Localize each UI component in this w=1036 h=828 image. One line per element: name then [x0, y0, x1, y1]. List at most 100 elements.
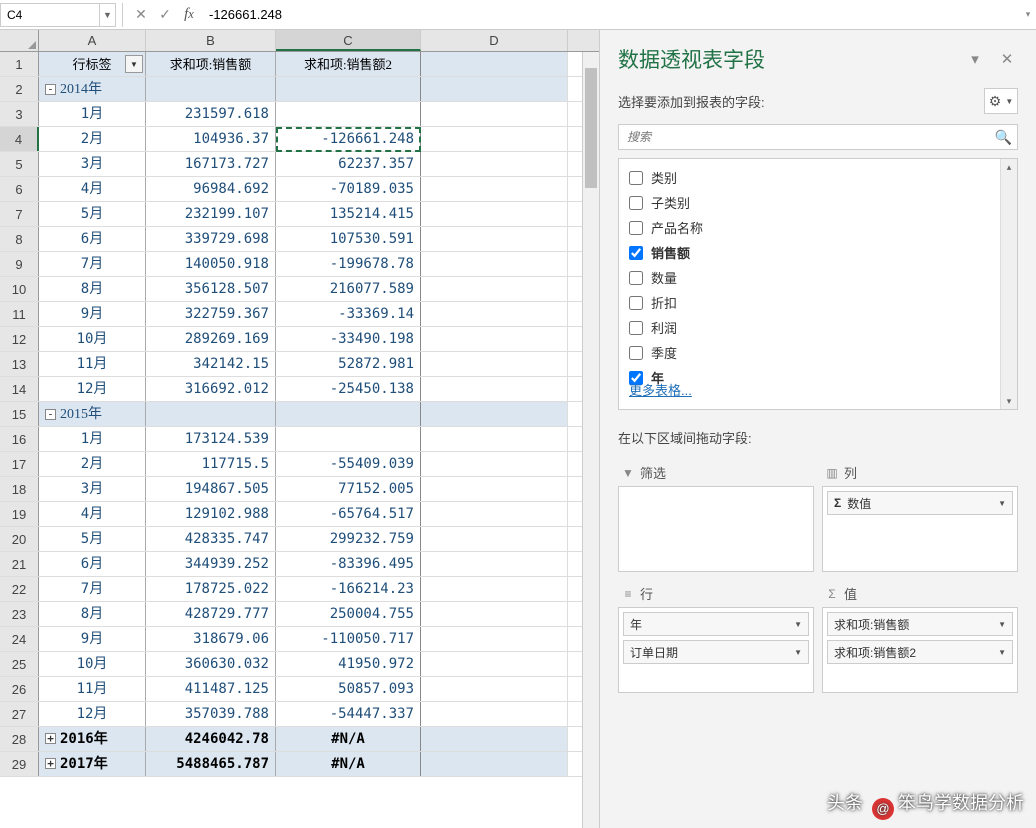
cell[interactable]: 129102.988 [146, 502, 276, 526]
cell[interactable] [421, 52, 568, 76]
pill-dropdown-icon[interactable]: ▼ [998, 499, 1006, 508]
cell[interactable]: 11月 [39, 677, 146, 701]
cell[interactable]: 9月 [39, 302, 146, 326]
cell[interactable]: 173124.539 [146, 427, 276, 451]
cell[interactable]: 4月 [39, 502, 146, 526]
cell[interactable]: 12月 [39, 377, 146, 401]
col-header-b[interactable]: B [146, 30, 276, 51]
cell[interactable] [421, 127, 568, 151]
field-checkbox[interactable] [629, 246, 643, 260]
cell[interactable] [276, 77, 421, 101]
cell[interactable]: 52872.981 [276, 352, 421, 376]
cell[interactable]: 4月 [39, 177, 146, 201]
cell[interactable]: 316692.012 [146, 377, 276, 401]
row-header[interactable]: 28 [0, 727, 39, 751]
cell[interactable]: 8月 [39, 277, 146, 301]
pill-dropdown-icon[interactable]: ▼ [794, 620, 802, 629]
cell[interactable]: -33490.198 [276, 327, 421, 351]
cell[interactable]: 6月 [39, 227, 146, 251]
cell[interactable]: -54447.337 [276, 702, 421, 726]
cell[interactable] [421, 102, 568, 126]
cell[interactable]: -83396.495 [276, 552, 421, 576]
cell[interactable]: 96984.692 [146, 177, 276, 201]
cell[interactable]: 3月 [39, 477, 146, 501]
cell[interactable] [421, 527, 568, 551]
row-header[interactable]: 1 [0, 52, 39, 76]
vertical-scrollbar[interactable] [582, 52, 599, 828]
cell[interactable]: #N/A [276, 727, 421, 751]
cell[interactable]: 299232.759 [276, 527, 421, 551]
cell[interactable]: 7月 [39, 252, 146, 276]
cell[interactable] [421, 202, 568, 226]
cell[interactable]: 5月 [39, 202, 146, 226]
field-item[interactable]: 子类别 [623, 190, 1013, 215]
cell[interactable]: 62237.357 [276, 152, 421, 176]
field-checkbox[interactable] [629, 196, 643, 210]
field-checkbox[interactable] [629, 171, 643, 185]
area-field-pill[interactable]: 订单日期▼ [623, 640, 809, 664]
cell[interactable]: 8月 [39, 602, 146, 626]
cancel-icon[interactable]: ✕ [129, 3, 153, 27]
cell[interactable]: 178725.022 [146, 577, 276, 601]
cell[interactable]: 4246042.78 [146, 727, 276, 751]
cell[interactable]: -126661.248 [276, 127, 421, 151]
cell[interactable]: 6月 [39, 552, 146, 576]
fx-icon[interactable]: fx [177, 3, 201, 27]
pill-dropdown-icon[interactable]: ▼ [998, 648, 1006, 657]
cell[interactable] [421, 677, 568, 701]
row-header[interactable]: 7 [0, 202, 39, 226]
cell[interactable]: 107530.591 [276, 227, 421, 251]
area-field-pill[interactable]: Σ数值▼ [827, 491, 1013, 515]
cell[interactable] [276, 102, 421, 126]
row-header[interactable]: 27 [0, 702, 39, 726]
field-checkbox[interactable] [629, 271, 643, 285]
name-box[interactable]: ▼ [0, 3, 116, 27]
cell[interactable]: 2月 [39, 127, 146, 151]
cell[interactable] [421, 602, 568, 626]
cell[interactable]: 232199.107 [146, 202, 276, 226]
cell[interactable]: -55409.039 [276, 452, 421, 476]
cell[interactable]: 5月 [39, 527, 146, 551]
cell[interactable]: 135214.415 [276, 202, 421, 226]
grid-rows[interactable]: 1 行标签▼ 求和项:销售额 求和项:销售额2 2 -2014年 3 1月 23… [0, 52, 599, 777]
cell[interactable] [146, 402, 276, 426]
cell[interactable] [421, 652, 568, 676]
row-header[interactable]: 9 [0, 252, 39, 276]
cell[interactable] [421, 377, 568, 401]
row-header[interactable]: 8 [0, 227, 39, 251]
field-item[interactable]: 折扣 [623, 290, 1013, 315]
row-header[interactable]: 3 [0, 102, 39, 126]
cell[interactable]: 1月 [39, 427, 146, 451]
cell[interactable]: 411487.125 [146, 677, 276, 701]
row-header[interactable]: 29 [0, 752, 39, 776]
field-search-input[interactable] [618, 124, 1018, 150]
cell[interactable]: 5488465.787 [146, 752, 276, 776]
row-header[interactable]: 4 [0, 127, 39, 151]
pivot-col1-header[interactable]: 求和项:销售额 [146, 52, 276, 76]
select-all-corner[interactable] [0, 30, 39, 51]
cell[interactable]: 342142.15 [146, 352, 276, 376]
cell[interactable] [421, 702, 568, 726]
cell[interactable]: 216077.589 [276, 277, 421, 301]
pane-layout-button[interactable]: ⚙▼ [984, 88, 1018, 114]
cell[interactable] [421, 727, 568, 751]
cell[interactable]: 167173.727 [146, 152, 276, 176]
cell[interactable] [421, 502, 568, 526]
cell[interactable] [421, 577, 568, 601]
confirm-icon[interactable]: ✓ [153, 3, 177, 27]
more-tables-link[interactable]: 更多表格... [619, 374, 702, 405]
pill-dropdown-icon[interactable]: ▼ [794, 648, 802, 657]
field-item[interactable]: 数量 [623, 265, 1013, 290]
cell[interactable]: 289269.169 [146, 327, 276, 351]
row-header[interactable]: 21 [0, 552, 39, 576]
cell[interactable]: 360630.032 [146, 652, 276, 676]
pivot-col2-header[interactable]: 求和项:销售额2 [276, 52, 421, 76]
cell[interactable]: 231597.618 [146, 102, 276, 126]
row-header[interactable]: 26 [0, 677, 39, 701]
col-header-a[interactable]: A [39, 30, 146, 51]
col-header-c[interactable]: C [276, 30, 421, 51]
row-header[interactable]: 12 [0, 327, 39, 351]
field-checkbox[interactable] [629, 321, 643, 335]
cell[interactable]: 11月 [39, 352, 146, 376]
cell[interactable]: -33369.14 [276, 302, 421, 326]
